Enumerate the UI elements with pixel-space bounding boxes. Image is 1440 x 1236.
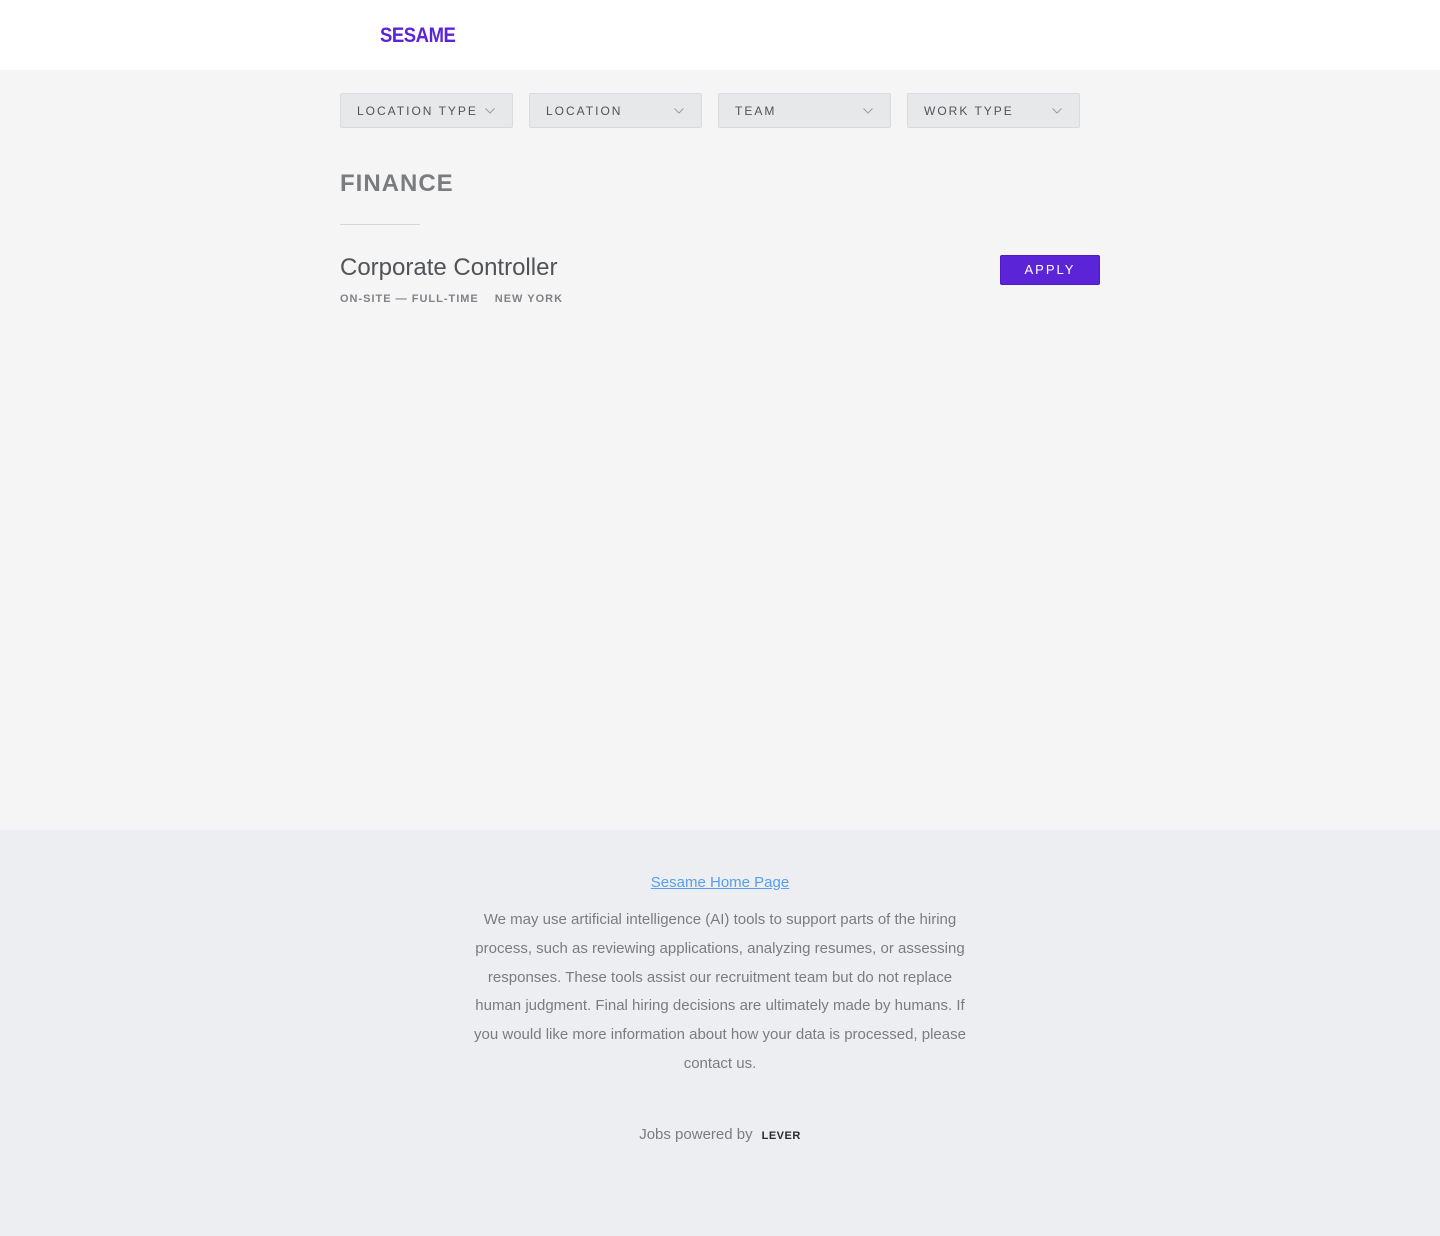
- filter-label: TEAM: [735, 103, 777, 118]
- filter-work-type[interactable]: WORK TYPE: [907, 93, 1080, 128]
- section-divider: [340, 224, 420, 225]
- footer-link-wrapper: Sesame Home Page: [0, 873, 1440, 893]
- posting-meta: ON-SITE — FULL-TIME NEW YORK: [340, 293, 1100, 305]
- team-section-title: FINANCE: [340, 170, 454, 197]
- main-content: LOCATION TYPE LOCATION TEAM WORK TYPE FI…: [0, 70, 1440, 830]
- filter-bar: LOCATION TYPE LOCATION TEAM WORK TYPE: [340, 93, 1080, 128]
- lever-logo[interactable]: LEVER: [762, 1130, 801, 1142]
- page-footer: Sesame Home Page We may use artificial i…: [0, 830, 1440, 1236]
- filter-location[interactable]: LOCATION: [529, 93, 702, 128]
- home-page-link[interactable]: Sesame Home Page: [651, 874, 789, 891]
- chevron-down-icon: [1051, 105, 1063, 117]
- filter-label: WORK TYPE: [924, 103, 1014, 118]
- posting-location: NEW YORK: [494, 293, 564, 305]
- chevron-down-icon: [862, 105, 874, 117]
- filter-team[interactable]: TEAM: [718, 93, 891, 128]
- posting-work-type: ON-SITE — FULL-TIME: [340, 293, 479, 305]
- chevron-down-icon: [484, 105, 496, 117]
- job-posting: Corporate Controller ON-SITE — FULL-TIME…: [340, 253, 1100, 305]
- filter-label: LOCATION: [546, 103, 623, 118]
- sesame-logo[interactable]: SESAME: [380, 23, 456, 49]
- powered-by-text: Jobs powered by: [639, 1126, 753, 1143]
- filter-location-type[interactable]: LOCATION TYPE: [340, 93, 513, 128]
- apply-button[interactable]: APPLY: [1000, 255, 1100, 285]
- ai-notice: We may use artificial intelligence (AI) …: [474, 911, 966, 1072]
- filter-label: LOCATION TYPE: [357, 103, 478, 118]
- chevron-down-icon: [673, 105, 685, 117]
- posting-title[interactable]: Corporate Controller: [340, 253, 1100, 283]
- powered-by: Jobs powered by LEVER: [0, 1126, 1440, 1143]
- page-header: SESAME: [0, 0, 1440, 70]
